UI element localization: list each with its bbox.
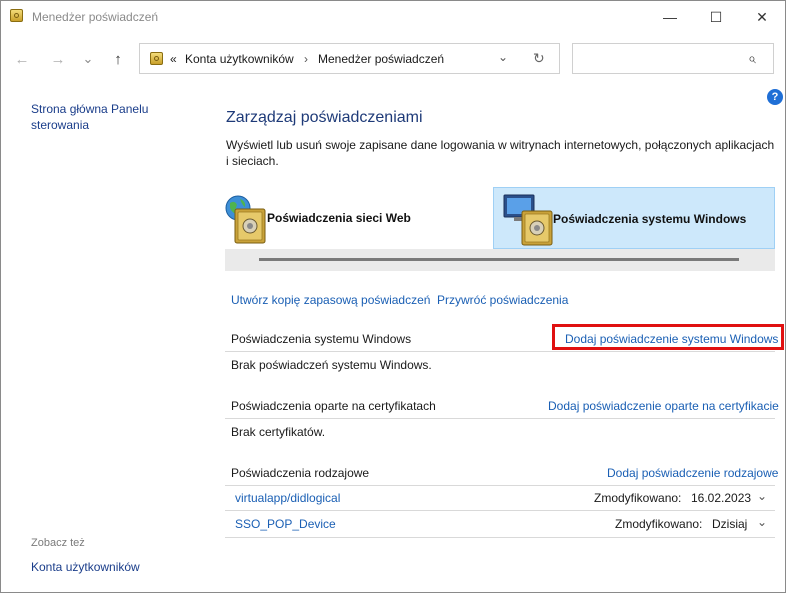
computer-vault-icon bbox=[503, 194, 553, 246]
breadcrumb-overflow[interactable]: « bbox=[170, 52, 177, 66]
refresh-icon[interactable]: ↻ bbox=[533, 50, 545, 67]
tab-web-credentials[interactable]: Poświadczenia sieci Web bbox=[225, 187, 491, 249]
see-also-label: Zobacz też bbox=[31, 537, 85, 549]
up-button[interactable]: ↑ bbox=[107, 48, 129, 70]
row-divider bbox=[225, 510, 775, 511]
add-generic-credential-link[interactable]: Dodaj poświadczenie rodzajowe bbox=[607, 466, 778, 480]
tab-windows-credentials[interactable]: Poświadczenia systemu Windows bbox=[493, 187, 775, 249]
close-button[interactable]: ✕ bbox=[739, 1, 785, 33]
section-divider bbox=[225, 418, 775, 419]
tab-scroll-strip[interactable] bbox=[225, 249, 775, 271]
address-bar[interactable]: « Konta użytkowników › Menedżer poświadc… bbox=[139, 43, 560, 74]
globe-vault-icon bbox=[225, 195, 266, 244]
tab-scrollbar-thumb[interactable] bbox=[259, 258, 739, 261]
title-bar: Menedżer poświadczeń — ☐ ✕ bbox=[1, 1, 785, 33]
add-certificate-credential-link[interactable]: Dodaj poświadczenie oparte na certyfikac… bbox=[548, 399, 779, 413]
windows-credentials-heading: Poświadczenia systemu Windows bbox=[231, 332, 412, 346]
generic-credential-name[interactable]: virtualapp/didlogical bbox=[235, 491, 340, 505]
recent-locations-button[interactable]: ⌄ bbox=[77, 48, 99, 70]
restore-credentials-link[interactable]: Przywróć poświadczenia bbox=[437, 293, 568, 307]
chevron-down-icon[interactable]: ⌄ bbox=[757, 489, 767, 503]
credential-manager-icon bbox=[10, 9, 23, 22]
row-divider bbox=[225, 537, 775, 538]
section-divider bbox=[225, 485, 775, 486]
credential-manager-window: Menedżer poświadczeń — ☐ ✕ ← → ⌄ ↑ « Kon… bbox=[0, 0, 786, 593]
control-panel-icon bbox=[150, 52, 163, 65]
window-title: Menedżer poświadczeń bbox=[32, 10, 159, 24]
control-panel-home-link[interactable]: Strona główna Panelu sterowania bbox=[31, 101, 171, 133]
certificate-credentials-empty-text: Brak certyfikatów. bbox=[231, 425, 326, 439]
maximize-button[interactable]: ☐ bbox=[693, 1, 739, 33]
chevron-down-icon[interactable]: ⌄ bbox=[757, 515, 767, 529]
modified-date: Dzisiaj bbox=[712, 517, 748, 531]
help-icon[interactable]: ? bbox=[767, 89, 783, 105]
modified-date: 16.02.2023 bbox=[691, 491, 752, 505]
tab-web-credentials-label: Poświadczenia sieci Web bbox=[267, 211, 411, 225]
breadcrumb-item-credential-manager[interactable]: Menedżer poświadczeń bbox=[318, 52, 444, 66]
user-accounts-link[interactable]: Konta użytkowników bbox=[31, 559, 140, 575]
generic-credentials-heading: Poświadczenia rodzajowe bbox=[231, 466, 370, 480]
minimize-button[interactable]: — bbox=[647, 1, 693, 33]
section-divider bbox=[225, 351, 775, 352]
certificate-credentials-heading: Poświadczenia oparte na certyfikatach bbox=[231, 399, 436, 413]
search-box[interactable]: ⌕ bbox=[572, 43, 774, 74]
tab-windows-credentials-label: Poświadczenia systemu Windows bbox=[553, 212, 747, 226]
breadcrumb-item-user-accounts[interactable]: Konta użytkowników bbox=[185, 52, 294, 66]
modified-label: Zmodyfikowano: bbox=[594, 491, 682, 505]
back-button[interactable]: ← bbox=[11, 48, 33, 70]
modified-label: Zmodyfikowano: bbox=[615, 517, 703, 531]
forward-button[interactable]: → bbox=[47, 48, 69, 70]
search-icon[interactable]: ⌕ bbox=[748, 50, 756, 67]
page-title: Zarządzaj poświadczeniami bbox=[226, 109, 423, 126]
generic-credential-name[interactable]: SSO_POP_Device bbox=[235, 517, 336, 531]
windows-credentials-empty-text: Brak poświadczeń systemu Windows. bbox=[231, 358, 432, 372]
backup-credentials-link[interactable]: Utwórz kopię zapasową poświadczeń bbox=[231, 293, 430, 307]
address-dropdown-icon[interactable]: ⌄ bbox=[498, 50, 508, 64]
breadcrumb-separator: › bbox=[304, 52, 308, 66]
highlight-box bbox=[552, 324, 784, 350]
page-description: Wyświetl lub usuń swoje zapisane dane lo… bbox=[226, 138, 775, 168]
